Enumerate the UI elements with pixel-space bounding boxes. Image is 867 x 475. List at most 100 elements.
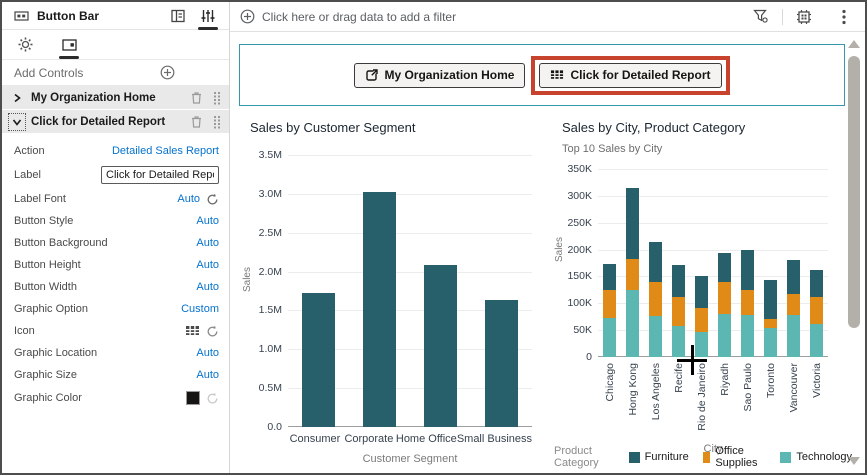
button-width-value-link[interactable]: Auto: [196, 281, 219, 293]
segment-office-supplies[interactable]: [626, 259, 639, 290]
bar-small-business[interactable]: [485, 300, 518, 427]
segment-office-supplies[interactable]: [695, 308, 708, 332]
control-item-my-organization-home[interactable]: My Organization Home: [2, 86, 229, 110]
menu-kebab-icon[interactable]: [833, 6, 855, 28]
bar-corporate[interactable]: [363, 191, 396, 427]
segment-office-supplies[interactable]: [649, 281, 662, 317]
segment-furniture[interactable]: [672, 265, 685, 298]
x-category-slot: Chicago: [598, 363, 621, 402]
segment-technology[interactable]: [718, 313, 731, 357]
segment-furniture[interactable]: [764, 279, 777, 319]
stacked-bar-toronto[interactable]: [764, 279, 777, 357]
control-button-tab-icon[interactable]: [58, 34, 80, 59]
segment-furniture[interactable]: [695, 276, 708, 309]
segment-office-supplies[interactable]: [718, 281, 731, 314]
click-for-detailed-report-button[interactable]: Click for Detailed Report: [539, 62, 722, 88]
gear-icon[interactable]: [14, 34, 36, 56]
segment-furniture[interactable]: [603, 264, 616, 290]
vertical-scrollbar[interactable]: [847, 38, 861, 467]
stacked-bar-los-angeles[interactable]: [649, 242, 662, 357]
sliders-icon[interactable]: [197, 5, 219, 30]
graphic-size-value-link[interactable]: Auto: [196, 369, 219, 381]
graphic-location-value-link[interactable]: Auto: [196, 347, 219, 359]
sidebar-tabs: [2, 30, 229, 60]
scroll-up-arrow[interactable]: [848, 40, 860, 48]
segment-furniture[interactable]: [741, 249, 754, 291]
grip-icon[interactable]: [213, 91, 221, 105]
external-link-icon: [365, 68, 379, 82]
bar-consumer[interactable]: [302, 293, 335, 427]
button-style-value-link[interactable]: Auto: [196, 215, 219, 227]
add-circle-icon[interactable]: [117, 62, 220, 84]
control-item-click-for-detailed-report[interactable]: Click for Detailed Report: [2, 110, 229, 134]
segment-technology[interactable]: [626, 289, 639, 357]
dashboard-canvas: My Organization Home Click for Detailed …: [230, 32, 865, 473]
legend-item-office-supplies[interactable]: Office Supplies: [702, 445, 767, 469]
label-font-value-link[interactable]: Auto: [177, 193, 200, 205]
trash-icon[interactable]: [190, 115, 203, 129]
stacked-bar-sao-paulo[interactable]: [741, 249, 754, 357]
scrollbar-thumb[interactable]: [848, 56, 860, 328]
segment-office-supplies[interactable]: [764, 318, 777, 328]
filter-placeholder-text[interactable]: Click here or drag data to add a filter: [262, 10, 750, 24]
filter-bar[interactable]: Click here or drag data to add a filter: [230, 2, 865, 32]
label-input[interactable]: [101, 166, 219, 184]
action-value-link[interactable]: Detailed Sales Report: [112, 145, 219, 157]
y-tick-label: 2.0M: [258, 265, 282, 278]
chart-title: Sales by City, Product Category: [562, 120, 746, 135]
segment-furniture[interactable]: [787, 260, 800, 294]
stacked-bar-vancouver[interactable]: [787, 260, 800, 357]
stacked-bar-hong-kong[interactable]: [626, 187, 639, 357]
segment-furniture[interactable]: [718, 253, 731, 282]
layout-panel-icon[interactable]: [167, 5, 189, 27]
button-height-value-link[interactable]: Auto: [196, 259, 219, 271]
graphic-option-value-link[interactable]: Custom: [181, 303, 219, 315]
trash-icon[interactable]: [190, 91, 203, 105]
button-bar-visualization[interactable]: My Organization Home Click for Detailed …: [239, 44, 845, 106]
segment-office-supplies[interactable]: [741, 290, 754, 316]
my-organization-home-button[interactable]: My Organization Home: [354, 62, 526, 88]
stacked-bar-riyadh[interactable]: [718, 253, 731, 357]
segment-office-supplies[interactable]: [810, 297, 823, 324]
reset-icon[interactable]: [206, 193, 219, 206]
segment-technology[interactable]: [695, 331, 708, 357]
segment-office-supplies[interactable]: [787, 293, 800, 316]
color-swatch[interactable]: [186, 391, 200, 405]
grip-icon[interactable]: [213, 115, 221, 129]
canvas-settings-icon[interactable]: [793, 6, 815, 28]
annotation-highlight-box: Click for Detailed Report: [531, 55, 730, 95]
scroll-down-arrow[interactable]: [848, 457, 860, 465]
stacked-bar-recife[interactable]: [672, 265, 685, 357]
chart-sales-by-city-product-category[interactable]: Sales by City, Product Category Top 10 S…: [552, 117, 852, 469]
stacked-bar-rio-de-janeiro[interactable]: [695, 276, 708, 357]
chevron-right-icon[interactable]: [8, 89, 26, 107]
segment-technology[interactable]: [672, 326, 685, 357]
segment-office-supplies[interactable]: [672, 297, 685, 327]
chevron-down-icon[interactable]: [8, 112, 26, 131]
segment-furniture[interactable]: [649, 242, 662, 282]
table-grid-icon[interactable]: [185, 325, 200, 338]
legend-item-furniture[interactable]: Furniture: [628, 451, 689, 463]
segment-furniture[interactable]: [810, 270, 823, 298]
segment-technology[interactable]: [649, 316, 662, 357]
segment-technology[interactable]: [764, 328, 777, 357]
plot-area: 0.0 0.5M 1.0M 1.5M 2.0M 2.5M 3.0M 3.5M: [259, 149, 532, 433]
chart-sales-by-customer-segment[interactable]: Sales by Customer Segment Sales 0.0 0.5M 1…: [240, 117, 546, 473]
x-category-label: Recife: [672, 363, 685, 393]
button-background-value-link[interactable]: Auto: [196, 237, 219, 249]
stacked-bar-chicago[interactable]: [603, 264, 616, 357]
bar-home-office[interactable]: [424, 265, 457, 427]
y-tick-label: 2.5M: [258, 226, 282, 239]
reset-icon[interactable]: [206, 325, 219, 338]
legend-item-technology[interactable]: Technology: [780, 451, 852, 463]
add-filter-icon[interactable]: [240, 9, 255, 24]
stacked-bar-victoria[interactable]: [810, 270, 823, 357]
segment-furniture[interactable]: [626, 187, 639, 260]
reset-icon[interactable]: [206, 392, 219, 405]
segment-technology[interactable]: [741, 315, 754, 357]
segment-office-supplies[interactable]: [603, 289, 616, 318]
segment-technology[interactable]: [787, 315, 800, 357]
filter-funnel-icon[interactable]: [750, 6, 772, 28]
segment-technology[interactable]: [603, 317, 616, 357]
segment-technology[interactable]: [810, 323, 823, 357]
